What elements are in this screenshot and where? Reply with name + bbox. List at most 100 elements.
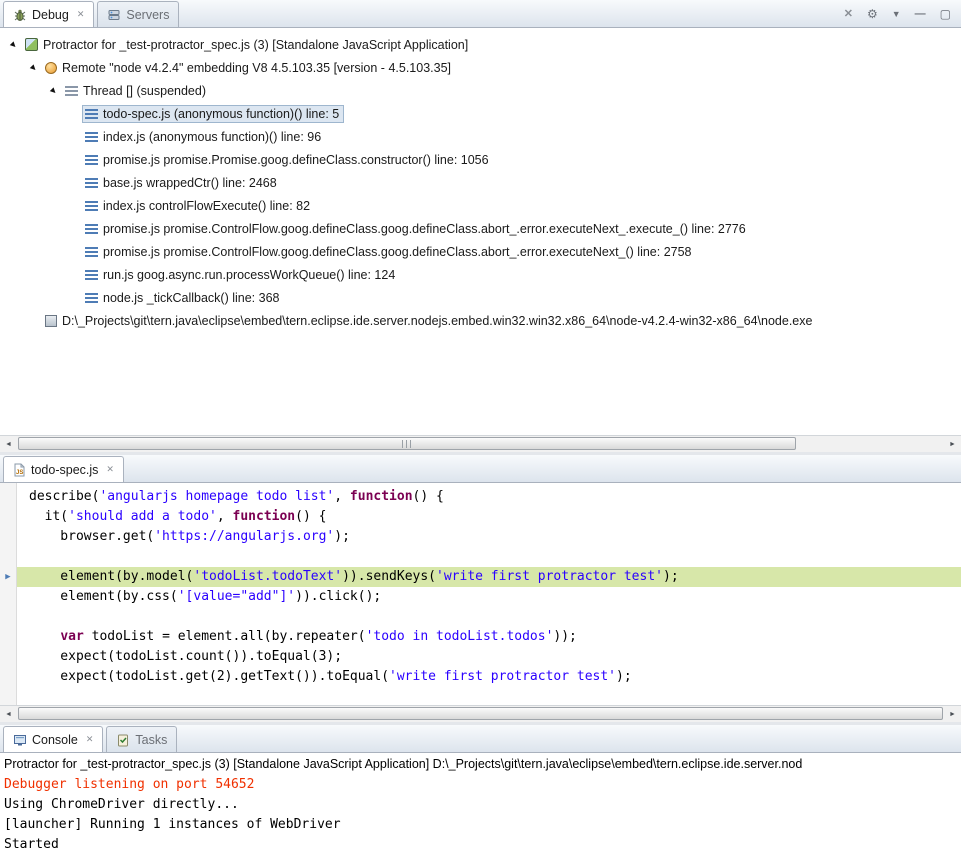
code-segment-plain: ); bbox=[616, 669, 632, 684]
tree-item: base.js wrappedCtr() line: 2468 bbox=[82, 174, 282, 192]
eclipse-debug-perspective: Debug ✕ Servers ✕ ⚙ ▼ — bbox=[0, 0, 961, 863]
console-line-stdout: Started bbox=[4, 835, 961, 855]
code-segment-plain: )).click(); bbox=[295, 589, 381, 604]
tab-todo-spec-js[interactable]: JS todo-spec.js ✕ bbox=[3, 456, 124, 482]
console-icon bbox=[13, 733, 27, 747]
code-line: element(by.css('[value="add"]')).click()… bbox=[17, 587, 961, 607]
debug-tree-row[interactable]: todo-spec.js (anonymous function)() line… bbox=[0, 102, 961, 125]
debug-tree-row[interactable]: D:\_Projects\git\tern.java\eclipse\embed… bbox=[0, 309, 961, 332]
tree-item: index.js (anonymous function)() line: 96 bbox=[82, 128, 326, 146]
debug-tree-row[interactable]: promise.js promise.Promise.goog.defineCl… bbox=[0, 148, 961, 171]
code-segment-string: 'should add a todo' bbox=[68, 509, 217, 524]
close-editor-tab-icon[interactable]: ✕ bbox=[106, 464, 114, 475]
editor-tabbar: JS todo-spec.js ✕ bbox=[0, 455, 961, 483]
debug-tree-row[interactable]: run.js goog.async.run.processWorkQueue()… bbox=[0, 263, 961, 286]
debug-tree-row[interactable]: ▶ Protractor for _test-protractor_spec.js… bbox=[0, 33, 961, 56]
debug-tree-row[interactable]: base.js wrappedCtr() line: 2468 bbox=[0, 171, 961, 194]
code-line: element(by.model('todoList.todoText')).s… bbox=[17, 567, 961, 587]
debug-tree-row[interactable]: node.js _tickCallback() line: 368 bbox=[0, 286, 961, 309]
view-menu-chevron-icon[interactable]: ▼ bbox=[892, 9, 901, 19]
code-line bbox=[17, 607, 961, 627]
remote-vm-icon bbox=[45, 62, 57, 74]
tab-tasks[interactable]: Tasks bbox=[106, 726, 177, 752]
code-line: describe('angularjs homepage todo list',… bbox=[17, 487, 961, 507]
maximize-view-icon[interactable]: ▢ bbox=[940, 7, 951, 21]
tree-item: D:\_Projects\git\tern.java\eclipse\embed… bbox=[42, 312, 817, 330]
instruction-pointer-icon[interactable]: ▶ bbox=[0, 567, 16, 587]
stack-frame-icon bbox=[85, 155, 98, 165]
console-output[interactable]: Debugger listening on port 54652Using Ch… bbox=[0, 775, 961, 863]
tab-tasks-label: Tasks bbox=[135, 733, 167, 747]
tasks-icon bbox=[116, 733, 130, 747]
close-tab-icon[interactable]: ✕ bbox=[77, 9, 85, 20]
gutter-cell[interactable] bbox=[0, 527, 16, 547]
console-line-stdout: [launcher] Running 1 instances of WebDri… bbox=[4, 815, 961, 835]
gutter-cell[interactable] bbox=[0, 547, 16, 567]
code-editor[interactable]: ▶ describe('angularjs homepage todo list… bbox=[0, 483, 961, 705]
code-segment-plain: expect(todoList.get(2).getText()).toEqua… bbox=[29, 669, 389, 684]
gutter-cell[interactable] bbox=[0, 487, 16, 507]
stack-frame-icon bbox=[85, 201, 98, 211]
debug-tree-row[interactable]: ▶Remote "node v4.2.4" embedding V8 4.5.1… bbox=[0, 56, 961, 79]
tab-servers-label: Servers bbox=[126, 8, 169, 22]
tab-servers[interactable]: Servers bbox=[97, 1, 179, 27]
editor-horizontal-scrollbar[interactable]: ◄ ► bbox=[0, 705, 961, 722]
gears-icon[interactable]: ⚙ bbox=[867, 7, 878, 21]
process-icon bbox=[45, 315, 57, 327]
code-line: var todoList = element.all(by.repeater('… bbox=[17, 627, 961, 647]
tree-item: Thread [] (suspended) bbox=[62, 82, 211, 100]
code-segment-plain: )).sendKeys( bbox=[342, 569, 436, 584]
stack-frame-icon bbox=[85, 270, 98, 280]
debug-tree-row[interactable]: promise.js promise.ControlFlow.goog.defi… bbox=[0, 217, 961, 240]
code-segment-keyword: function bbox=[350, 489, 413, 504]
code-segment-string: 'angularjs homepage todo list' bbox=[99, 489, 334, 504]
close-console-tab-icon[interactable]: ✕ bbox=[86, 734, 94, 745]
gutter-cell[interactable] bbox=[0, 647, 16, 667]
tab-console[interactable]: Console ✕ bbox=[3, 726, 103, 752]
console-view-panel: Console ✕ Tasks Protractor for _test-pro… bbox=[0, 722, 961, 863]
expand-toggle-icon[interactable]: ▶ bbox=[46, 87, 62, 95]
console-tabbar: Console ✕ Tasks bbox=[0, 725, 961, 753]
debug-tree-row[interactable]: ▶Thread [] (suspended) bbox=[0, 79, 961, 102]
code-segment-plain: ); bbox=[663, 569, 679, 584]
scroll-right-icon[interactable]: ► bbox=[944, 706, 961, 722]
editor-gutter[interactable]: ▶ bbox=[0, 483, 17, 705]
scroll-left-icon[interactable]: ◄ bbox=[0, 436, 17, 452]
stack-frame-icon bbox=[85, 109, 98, 119]
debug-horizontal-scrollbar[interactable]: ◄ ► bbox=[0, 435, 961, 452]
stack-frame-icon bbox=[85, 224, 98, 234]
expand-toggle-icon[interactable]: ▶ bbox=[26, 64, 42, 72]
debug-tree-row[interactable]: promise.js promise.ControlFlow.goog.defi… bbox=[0, 240, 961, 263]
tab-debug[interactable]: Debug ✕ bbox=[3, 1, 94, 27]
code-segment-plain: browser.get( bbox=[29, 529, 154, 544]
tree-item-label: Protractor for _test-protractor_spec.js … bbox=[43, 38, 468, 52]
remove-all-terminated-icon[interactable]: ✕ bbox=[844, 7, 853, 20]
scrollbar-thumb[interactable] bbox=[18, 437, 796, 450]
expand-toggle-icon[interactable]: ▶ bbox=[6, 41, 22, 49]
scroll-right-icon[interactable]: ► bbox=[944, 436, 961, 452]
scroll-left-icon[interactable]: ◄ bbox=[0, 706, 17, 722]
gutter-cell[interactable] bbox=[0, 667, 16, 687]
tree-item: index.js controlFlowExecute() line: 82 bbox=[82, 197, 315, 215]
gutter-cell[interactable] bbox=[0, 627, 16, 647]
code-segment-keyword: var bbox=[60, 629, 83, 644]
gutter-cell[interactable] bbox=[0, 587, 16, 607]
code-segment-plain: , bbox=[334, 489, 350, 504]
gutter-cell[interactable] bbox=[0, 507, 16, 527]
debug-tree-row[interactable]: index.js controlFlowExecute() line: 82 bbox=[0, 194, 961, 217]
code-segment-plain: element(by.model( bbox=[29, 569, 193, 584]
code-segment-plain: element(by.css( bbox=[29, 589, 178, 604]
tree-item: promise.js promise.ControlFlow.goog.defi… bbox=[82, 220, 751, 238]
code-segment-plain: () { bbox=[295, 509, 326, 524]
editor-panel: JS todo-spec.js ✕ ▶ describe('angularjs … bbox=[0, 452, 961, 722]
tree-item: Remote "node v4.2.4" embedding V8 4.5.10… bbox=[42, 59, 456, 77]
tree-item: run.js goog.async.run.processWorkQueue()… bbox=[82, 266, 400, 284]
gutter-cell[interactable] bbox=[0, 607, 16, 627]
debug-bug-icon bbox=[13, 8, 27, 22]
minimize-view-icon[interactable]: — bbox=[915, 8, 926, 20]
code-line: it('should add a todo', function() { bbox=[17, 507, 961, 527]
svg-text:JS: JS bbox=[16, 470, 23, 476]
code-line: expect(todoList.get(2).getText()).toEqua… bbox=[17, 667, 961, 687]
scrollbar-thumb[interactable] bbox=[18, 707, 943, 720]
debug-tree-row[interactable]: index.js (anonymous function)() line: 96 bbox=[0, 125, 961, 148]
